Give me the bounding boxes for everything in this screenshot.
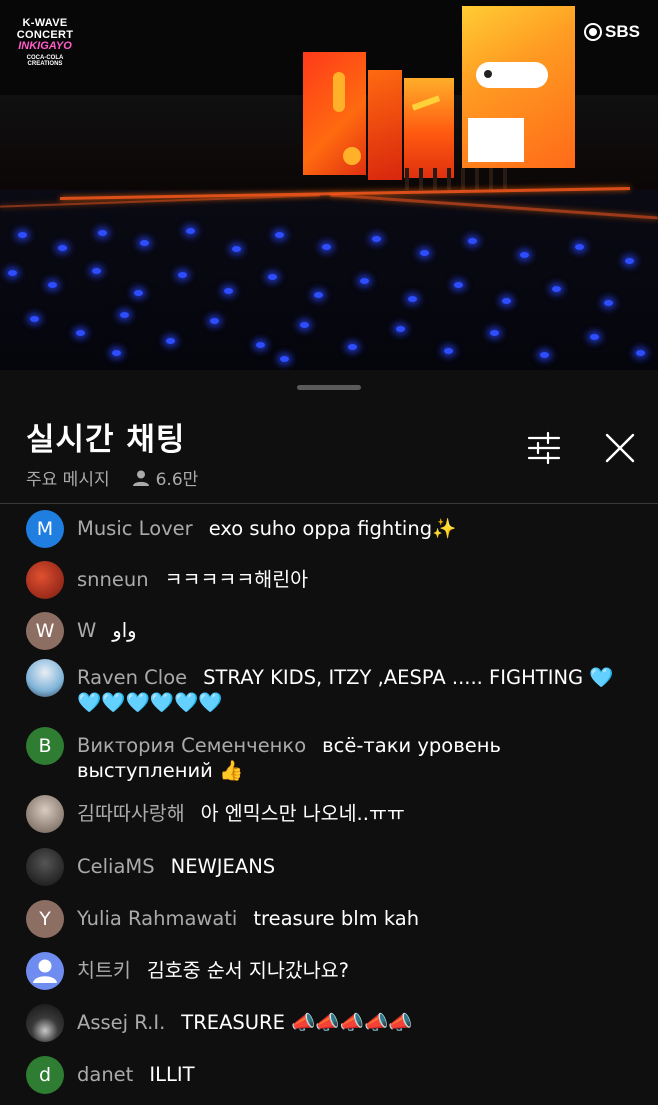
close-icon [605,433,635,463]
chat-subheader: 주요 메시지 6.6만 [26,465,198,490]
message-author[interactable]: CeliaMS [77,855,155,878]
message-author[interactable]: Assej R.I. [77,1011,165,1034]
chat-message[interactable]: snneun ㅋㅋㅋㅋㅋ해린아 [26,561,631,599]
avatar[interactable] [26,561,64,599]
message-text: NEWJEANS [170,855,276,878]
avatar[interactable]: W [26,612,64,650]
chat-message[interactable]: Raven Cloe STRAY KIDS, ITZY ,AESPA ..... … [26,659,631,715]
avatar[interactable] [26,659,64,697]
sbs-mark-icon [584,23,603,41]
message-author[interactable]: snneun [77,568,149,591]
avatar[interactable] [26,848,64,886]
default-avatar-icon [33,959,57,983]
chat-title: 실시간 채팅 [26,422,186,458]
avatar[interactable]: d [26,1056,64,1094]
drag-handle[interactable] [297,385,361,390]
avatar[interactable]: B [26,727,64,765]
message-author[interactable]: danet [77,1063,133,1086]
message-text: treasure blm kah [253,907,420,930]
led-screen-left [303,52,366,175]
message-text: 김호중 순서 지나갔나요? [146,959,349,982]
message-author[interactable]: 김따따사랑해 [77,802,185,825]
live-chat-panel: 실시간 채팅 주요 메시지 6.6만 M Music Lover exo suh… [0,370,658,1105]
chat-message[interactable]: M Music Lover exo suho oppa fighting✨ [26,510,631,548]
viewer-count: 6.6만 [132,465,199,490]
message-text: 아 엔믹스만 나오네..ㅠㅠ [200,802,405,825]
avatar[interactable]: Y [26,900,64,938]
chat-message[interactable]: 치트키 김호중 순서 지나갔나요? [26,952,631,990]
message-author[interactable]: Raven Cloe [77,666,187,689]
avatar[interactable] [26,1004,64,1042]
avatar[interactable] [26,952,64,990]
chat-message[interactable]: Assej R.I. TREASURE 📣📣📣📣📣 [26,1004,631,1042]
filter-button[interactable] [524,428,564,468]
chat-message[interactable]: 김따따사랑해 아 엔믹스만 나오네..ㅠㅠ [26,795,631,833]
video-player[interactable]: K-WAVE CONCERT INKIGAYO COCA-COLA CREATI… [0,0,658,370]
audience-area [0,190,658,370]
sbs-logo: SBS [584,22,640,42]
close-button[interactable] [600,428,640,468]
kwave-concert-logo: K-WAVE CONCERT INKIGAYO COCA-COLA CREATI… [16,17,74,67]
viewer-count-label: 6.6만 [155,470,199,490]
chat-message-list[interactable]: M Music Lover exo suho oppa fighting✨ snn… [0,504,658,1105]
message-author[interactable]: Виктория Семенченко [77,734,306,757]
led-screen-center [404,78,454,178]
chat-message[interactable]: CeliaMS NEWJEANS [26,848,631,886]
message-text: ILLIT [149,1063,195,1086]
chat-mode-selector[interactable]: 주요 메시지 [26,465,110,490]
avatar[interactable] [26,795,64,833]
person-icon [132,470,149,486]
message-text: exo suho oppa fighting✨ [208,517,457,540]
message-text: TREASURE 📣📣📣📣📣 [181,1011,413,1034]
message-author[interactable]: Yulia Rahmawati [77,907,237,930]
led-screen-right [462,6,575,168]
message-text: ㅋㅋㅋㅋㅋ해린아 [164,568,309,591]
chat-message[interactable]: W W واو [26,612,631,650]
chat-message[interactable]: d danet ILLIT [26,1056,631,1094]
message-author[interactable]: Music Lover [77,517,193,540]
message-author[interactable]: W [77,619,96,642]
message-author[interactable]: 치트키 [77,959,131,982]
avatar[interactable]: M [26,510,64,548]
message-text: واو [112,619,137,642]
chat-message[interactable]: B Виктория Семенченко всё-таки уровень вы… [26,727,631,783]
chat-message[interactable]: Y Yulia Rahmawati treasure blm kah [26,900,631,938]
tune-icon [527,431,561,465]
led-screen-mid [368,70,402,180]
